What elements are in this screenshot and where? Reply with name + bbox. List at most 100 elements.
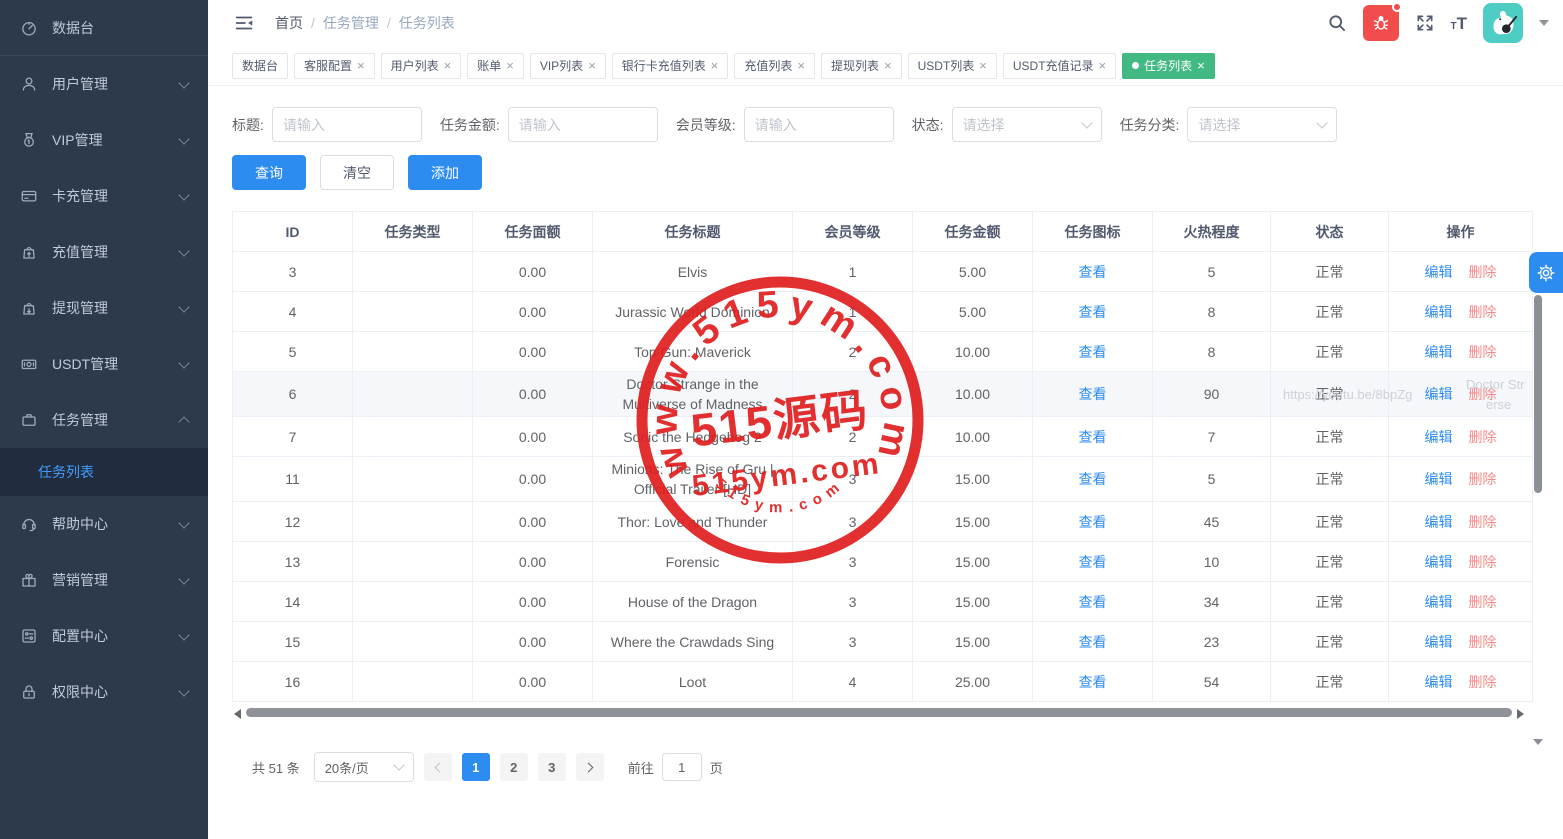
sidebar-item-users[interactable]: 用户管理 [0,56,208,112]
page-button-3[interactable]: 3 [538,753,566,781]
vertical-scrollbar-thumb[interactable] [1534,295,1542,493]
view-link[interactable]: 查看 [1079,674,1107,690]
scroll-down-arrow-icon[interactable] [1533,739,1543,745]
level-filter-input[interactable] [744,107,894,142]
amount-filter-input[interactable] [508,107,658,142]
settings-fab-button[interactable] [1529,252,1563,293]
tab-vip-list[interactable]: VIP列表× [530,53,606,79]
view-link[interactable]: 查看 [1079,386,1107,402]
tab-customer-service[interactable]: 客服配置× [294,53,375,79]
sidebar-item-recharge[interactable]: 充值管理 [0,224,208,280]
bug-report-button[interactable] [1363,5,1399,41]
tab-task-list-active[interactable]: 任务列表× [1122,53,1215,79]
view-link[interactable]: 查看 [1079,429,1107,445]
search-icon[interactable] [1327,13,1347,33]
page-size-select[interactable]: 20条/页 [314,752,414,782]
view-link[interactable]: 查看 [1079,344,1107,360]
tab-recharge-list[interactable]: 充值列表× [734,53,815,79]
sidebar-item-withdraw[interactable]: 提现管理 [0,280,208,336]
next-page-button[interactable] [576,753,604,781]
scroll-left-arrow-icon[interactable] [234,709,241,719]
close-icon[interactable]: × [444,59,452,72]
close-icon[interactable]: × [1197,59,1205,72]
delete-link[interactable]: 删除 [1468,429,1496,445]
sidebar-item-task-list[interactable]: 任务列表 [38,462,94,482]
add-button[interactable]: 添加 [408,155,482,190]
sidebar-item-config[interactable]: 配置中心 [0,608,208,664]
close-icon[interactable]: × [979,59,987,72]
horizontal-scrollbar-thumb[interactable] [246,708,1512,717]
page-button-1[interactable]: 1 [462,753,490,781]
view-link[interactable]: 查看 [1079,264,1107,280]
delete-link[interactable]: 删除 [1468,304,1496,320]
edit-link[interactable]: 编辑 [1425,429,1453,445]
edit-link[interactable]: 编辑 [1425,471,1453,487]
sidebar-item-help[interactable]: 帮助中心 [0,496,208,552]
delete-link[interactable]: 删除 [1468,634,1496,650]
sidebar-item-dashboard[interactable]: 数据台 [0,0,208,56]
delete-link[interactable]: 删除 [1468,264,1496,280]
breadcrumb-home[interactable]: 首页 [275,13,303,33]
edit-link[interactable]: 编辑 [1425,386,1453,402]
sidebar-item-vip[interactable]: VIP管理 [0,112,208,168]
status-filter-select[interactable]: 请选择 [952,107,1102,142]
edit-link[interactable]: 编辑 [1425,304,1453,320]
delete-link[interactable]: 删除 [1468,674,1496,690]
view-link[interactable]: 查看 [1079,304,1107,320]
tab-usdt-list[interactable]: USDT列表× [908,53,997,79]
sidebar-item-card-recharge[interactable]: 卡充管理 [0,168,208,224]
delete-link[interactable]: 删除 [1468,514,1496,530]
sidebar-collapse-icon[interactable] [233,12,255,34]
prev-page-button[interactable] [424,753,452,781]
tab-withdraw-list[interactable]: 提现列表× [821,53,902,79]
edit-link[interactable]: 编辑 [1425,594,1453,610]
edit-link[interactable]: 编辑 [1425,264,1453,280]
sidebar-item-usdt[interactable]: USDT管理 [0,336,208,392]
view-link[interactable]: 查看 [1079,554,1107,570]
delete-link[interactable]: 删除 [1468,471,1496,487]
tab-bills[interactable]: 账单× [467,53,524,79]
tab-user-list[interactable]: 用户列表× [381,53,462,79]
tab-dashboard[interactable]: 数据台 [232,53,288,79]
chevron-down-icon [178,573,189,584]
close-icon[interactable]: × [884,59,892,72]
edit-link[interactable]: 编辑 [1425,674,1453,690]
category-filter-select[interactable]: 请选择 [1187,107,1337,142]
sidebar-item-permissions[interactable]: 权限中心 [0,664,208,720]
horizontal-scrollbar[interactable] [232,706,1532,720]
breadcrumb-task-manage[interactable]: 任务管理 [323,13,379,33]
close-icon[interactable]: × [711,59,719,72]
view-link[interactable]: 查看 [1079,471,1107,487]
user-menu-caret-icon[interactable] [1539,20,1549,26]
font-size-icon[interactable]: TT [1451,15,1468,32]
goto-page-input[interactable] [662,753,702,781]
scroll-right-arrow-icon[interactable] [1517,709,1524,719]
view-link[interactable]: 查看 [1079,514,1107,530]
page-button-2[interactable]: 2 [500,753,528,781]
edit-link[interactable]: 编辑 [1425,344,1453,360]
tab-bank-recharge-list[interactable]: 银行卡充值列表× [612,53,729,79]
sidebar-item-marketing[interactable]: 营销管理 [0,552,208,608]
view-link[interactable]: 查看 [1079,634,1107,650]
delete-link[interactable]: 删除 [1468,554,1496,570]
delete-link[interactable]: 删除 [1468,386,1496,402]
view-link[interactable]: 查看 [1079,594,1107,610]
edit-link[interactable]: 编辑 [1425,554,1453,570]
avatar[interactable] [1483,3,1523,43]
cell-face-value: 0.00 [473,542,593,582]
close-icon[interactable]: × [357,59,365,72]
tab-usdt-recharge-records[interactable]: USDT充值记录× [1003,53,1116,79]
edit-link[interactable]: 编辑 [1425,634,1453,650]
clear-button[interactable]: 清空 [320,155,394,190]
close-icon[interactable]: × [797,59,805,72]
title-filter-input[interactable] [272,107,422,142]
close-icon[interactable]: × [506,59,514,72]
edit-link[interactable]: 编辑 [1425,514,1453,530]
fullscreen-icon[interactable] [1415,13,1435,33]
close-icon[interactable]: × [1099,59,1107,72]
sidebar-item-tasks[interactable]: 任务管理 [0,392,208,448]
close-icon[interactable]: × [588,59,596,72]
delete-link[interactable]: 删除 [1468,594,1496,610]
delete-link[interactable]: 删除 [1468,344,1496,360]
search-button[interactable]: 查询 [232,155,306,190]
